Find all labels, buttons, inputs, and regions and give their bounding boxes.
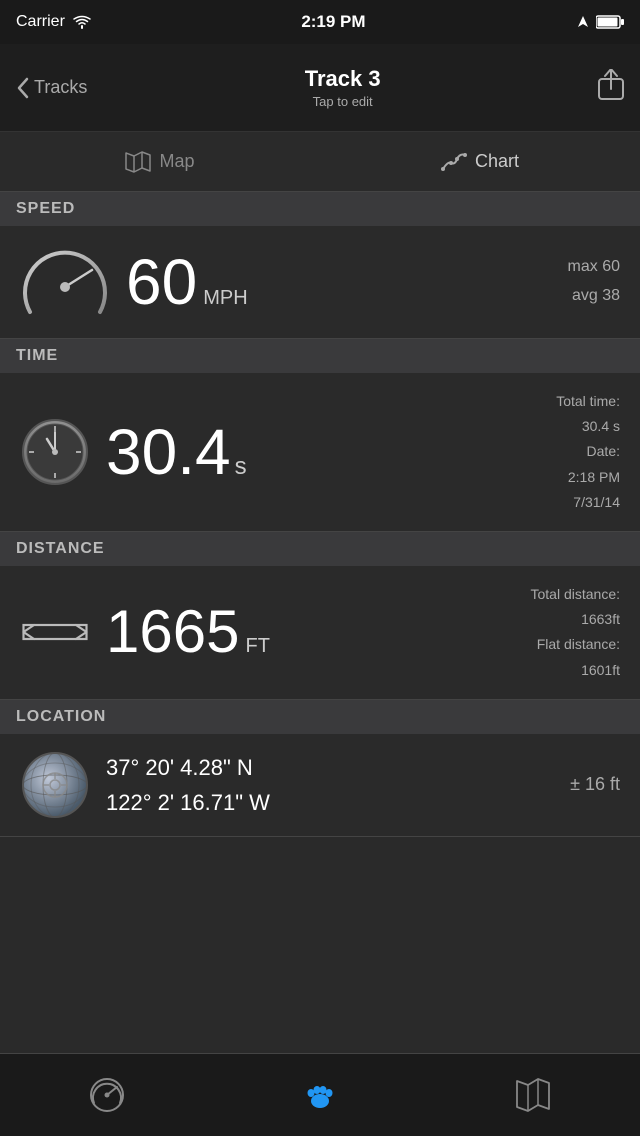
nav-title: Track 3	[305, 66, 381, 92]
tab-bar-speedometer[interactable]	[89, 1077, 125, 1113]
back-button[interactable]: Tracks	[16, 77, 87, 99]
view-tabs: Map Chart	[0, 132, 640, 192]
speed-max: max 60	[568, 253, 620, 282]
location-section: 37° 20' 4.28" N 122° 2' 16.71" W ± 16 ft	[0, 734, 640, 837]
time-value: 30.4 s	[106, 420, 247, 484]
time-section: 30.4 s Total time: 30.4 s Date: 2:18 PM …	[0, 373, 640, 532]
location-coords: 37° 20' 4.28" N 122° 2' 16.71" W	[106, 750, 270, 820]
tab-bar-paw[interactable]	[302, 1077, 338, 1113]
speed-value: 60 MPH	[126, 250, 248, 314]
share-button[interactable]	[598, 69, 624, 107]
tab-chart[interactable]: Chart	[320, 132, 640, 191]
distance-value: 1665 FT	[106, 602, 270, 662]
carrier-label: Carrier	[16, 13, 65, 31]
paw-tab-icon	[302, 1077, 338, 1113]
distance-number: 1665	[106, 602, 239, 662]
location-left: 37° 20' 4.28" N 122° 2' 16.71" W	[20, 750, 270, 820]
nav-bar: Tracks Track 3 Tap to edit	[0, 44, 640, 132]
share-icon	[598, 69, 624, 101]
flat-dist-label: Flat distance:	[531, 632, 621, 657]
time-left: 30.4 s	[20, 417, 247, 487]
total-time-value: 30.4 s	[556, 414, 620, 439]
map-tab-icon	[125, 151, 151, 173]
distance-unit: FT	[245, 635, 269, 658]
battery-icon	[596, 15, 624, 29]
tab-map[interactable]: Map	[0, 132, 320, 191]
speed-stats: max 60 avg 38	[568, 253, 620, 311]
nav-title-block: Track 3 Tap to edit	[305, 66, 381, 109]
speed-avg: avg 38	[568, 282, 620, 311]
tab-bar-map[interactable]	[515, 1077, 551, 1113]
flat-dist-value: 1601ft	[531, 658, 621, 683]
status-right	[576, 15, 624, 29]
location-lat: 37° 20' 4.28" N	[106, 750, 270, 785]
map-tab-bar-icon	[515, 1077, 551, 1113]
status-time: 2:19 PM	[301, 12, 365, 32]
tab-map-label: Map	[159, 151, 194, 172]
back-label: Tracks	[34, 77, 87, 98]
time-unit: s	[235, 453, 247, 481]
speedometer-tab-icon	[89, 1077, 125, 1113]
status-left: Carrier	[16, 13, 91, 31]
date-value: 2:18 PM	[556, 465, 620, 490]
tab-bar	[0, 1053, 640, 1136]
distance-section: 1665 FT Total distance: 1663ft Flat dist…	[0, 566, 640, 700]
time-number: 30.4	[106, 420, 231, 484]
location-accuracy: ± 16 ft	[570, 774, 620, 795]
globe-icon	[20, 750, 90, 820]
chevron-left-icon	[16, 77, 30, 99]
time-stats: Total time: 30.4 s Date: 2:18 PM 7/31/14	[556, 389, 620, 515]
speed-left: 60 MPH	[20, 242, 248, 322]
distance-icon	[20, 602, 90, 662]
total-dist-label: Total distance:	[531, 582, 621, 607]
date-day: 7/31/14	[556, 490, 620, 515]
tab-chart-label: Chart	[475, 151, 519, 172]
location-section-header: LOCATION	[0, 700, 640, 734]
distance-left: 1665 FT	[20, 602, 270, 662]
wifi-icon	[73, 15, 91, 29]
speed-section-header: SPEED	[0, 192, 640, 226]
time-section-header: TIME	[0, 339, 640, 373]
location-arrow-icon	[576, 15, 590, 29]
clock-icon	[20, 417, 90, 487]
chart-tab-icon	[441, 151, 467, 173]
speed-unit: MPH	[203, 287, 247, 310]
location-lon: 122° 2' 16.71" W	[106, 785, 270, 820]
status-bar: Carrier 2:19 PM	[0, 0, 640, 44]
total-time-label: Total time:	[556, 389, 620, 414]
distance-section-header: DISTANCE	[0, 532, 640, 566]
speedometer-gauge	[20, 242, 110, 322]
total-dist-value: 1663ft	[531, 607, 621, 632]
distance-stats: Total distance: 1663ft Flat distance: 16…	[531, 582, 621, 683]
speed-number: 60	[126, 250, 197, 314]
date-label: Date:	[556, 439, 620, 464]
nav-subtitle: Tap to edit	[305, 94, 381, 109]
speed-section: 60 MPH max 60 avg 38	[0, 226, 640, 339]
